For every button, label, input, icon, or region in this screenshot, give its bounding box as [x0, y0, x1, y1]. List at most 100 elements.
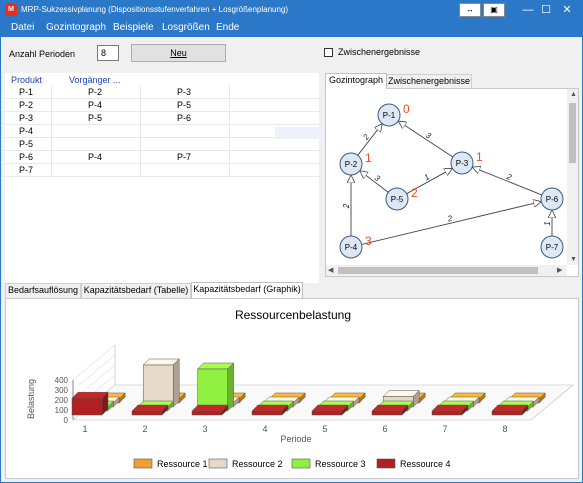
- menu-beispiele[interactable]: Beispiele: [113, 22, 154, 33]
- edge-quantity-label: 1: [543, 221, 552, 225]
- grid-line: [72, 344, 116, 381]
- table-row[interactable]: P-7: [5, 164, 319, 177]
- header-produkt[interactable]: Produkt: [11, 75, 42, 85]
- move-window-button[interactable]: ↔: [459, 3, 481, 17]
- bar-front: [197, 368, 228, 412]
- cell-predecessor: P-4: [88, 152, 103, 162]
- x-tick-label: 2: [142, 424, 147, 434]
- bar-side: [227, 362, 234, 412]
- horizontal-scrollbar[interactable]: ◀ ▶: [326, 265, 567, 276]
- zwischenergebnisse-label: Zwischenergebnisse: [338, 47, 421, 57]
- legend-swatch: [376, 458, 396, 469]
- menu-ende[interactable]: Ende: [216, 22, 239, 33]
- window-title: MRP-Sukzessivplanung (Dispositionsstufen…: [21, 5, 289, 14]
- cell-predecessor: P-5: [88, 113, 103, 123]
- gozintograph-canvas: 2 3 3 2 1 2 2 1 P-1 0 P-2 1 P-3 1 P-5 2 P-6 P-4 3 P-7 ▲ ▼ ◀…: [325, 88, 579, 277]
- menu-losgroessen[interactable]: Losgrößen: [162, 22, 210, 33]
- node-level-label: 3: [365, 234, 372, 248]
- bar-front: [131, 410, 163, 416]
- chart-title: Ressourcenbelastung: [235, 308, 351, 322]
- header-vorgaenger[interactable]: Vorgänger ...: [69, 75, 121, 85]
- product-table: Produkt Vorgänger ... P-1 P-2 P-3 P-2 P-…: [5, 73, 365, 283]
- cell-predecessor: P-7: [177, 152, 192, 162]
- legend-swatch: [208, 458, 228, 469]
- periods-input[interactable]: 8: [97, 45, 119, 61]
- edge-quantity-label: 2: [446, 214, 454, 224]
- x-tick-label: 8: [502, 424, 507, 434]
- cell-predecessor: P-4: [88, 100, 103, 110]
- legend-label: Ressource 1: [157, 459, 208, 469]
- cell-product: P-3: [19, 113, 34, 123]
- node-label: P-6: [546, 195, 559, 204]
- legend-swatch: [133, 458, 153, 469]
- graph-panel: Gozintograph Zwischenergebnisse 23321221…: [323, 73, 579, 279]
- edge-quantity-label: 1: [423, 172, 431, 182]
- x-axis-label: Periode: [280, 434, 311, 444]
- title-bar[interactable]: M MRP-Sukzessivplanung (Dispositionsstuf…: [1, 1, 582, 19]
- table-row[interactable]: P-1 P-2 P-3: [5, 86, 319, 99]
- gozintograph-diagram: 2 3321 22 1P-1 0P-2 1 P-3 1P-5 2 P-6P-4 3 P-7: [339, 102, 564, 259]
- x-tick-label: 5: [322, 424, 327, 434]
- cell-product: P-4: [19, 126, 34, 136]
- bar-front: [142, 364, 174, 408]
- x-tick-label: 4: [262, 424, 267, 434]
- bottom-panel: Bedarfsauflösung Kapazitätsbedarf (Tabel…: [5, 282, 581, 480]
- save-layout-button[interactable]: ▣: [483, 3, 505, 17]
- bar-front: [251, 410, 283, 416]
- bar-side: [172, 358, 180, 408]
- tab-bedarfsaufloesung[interactable]: Bedarfsauflösung: [5, 283, 81, 298]
- node-level-label: 2: [411, 186, 418, 200]
- menu-datei[interactable]: Datei: [11, 22, 34, 33]
- tab-zwischenergebnisse[interactable]: Zwischenergebnisse: [386, 74, 472, 89]
- legend-label: Ressource 3: [315, 459, 366, 469]
- table-row[interactable]: P-2 P-4 P-5: [5, 99, 319, 112]
- x-tick-label: 1: [82, 424, 87, 434]
- scroll-up-icon[interactable]: ▲: [570, 90, 577, 99]
- cell-product: P-1: [19, 87, 34, 97]
- app-logo-icon: M: [5, 4, 17, 16]
- scroll-down-icon[interactable]: ▼: [570, 255, 577, 264]
- table-row[interactable]: P-6 P-4 P-7: [5, 151, 319, 164]
- scroll-right-icon[interactable]: ▶: [557, 266, 562, 275]
- node-level-label: 1: [476, 150, 483, 164]
- node-label: P-4: [345, 243, 358, 252]
- node-label: P-5: [391, 195, 404, 204]
- bar-front: [191, 410, 223, 416]
- cell-product: P-6: [19, 152, 34, 162]
- table-row[interactable]: P-5: [5, 138, 319, 151]
- zwischenergebnisse-checkbox[interactable]: [324, 48, 333, 57]
- neu-button[interactable]: Neu: [131, 44, 226, 62]
- cell-predecessor: P-3: [177, 87, 192, 97]
- tab-kapazitaetsbedarf-graphik[interactable]: Kapazitätsbedarf (Graphik): [191, 282, 303, 298]
- node-label: P-3: [456, 159, 469, 168]
- y-tick-label: 300: [55, 386, 69, 395]
- y-axis-label: Belastung: [26, 379, 36, 419]
- tab-kapazitaetsbedarf-tabelle[interactable]: Kapazitätsbedarf (Tabelle): [81, 283, 191, 298]
- cell-predecessor: P-6: [177, 113, 192, 123]
- scroll-thumb[interactable]: [569, 103, 576, 163]
- bar-front: [491, 410, 523, 416]
- y-tick-label: 0: [64, 416, 69, 425]
- cell-product: P-5: [19, 139, 34, 149]
- node-label: P-1: [383, 111, 396, 120]
- tab-gozintograph[interactable]: Gozintograph: [325, 73, 387, 89]
- x-tick-label: 7: [442, 424, 447, 434]
- scroll-left-icon[interactable]: ◀: [328, 266, 333, 275]
- chart-container: Ressourcenbelastung 0 100 200 300 400 Belastun…: [5, 298, 579, 479]
- scroll-thumb[interactable]: [338, 267, 538, 274]
- bar-front: [71, 397, 103, 416]
- y-tick-label: 200: [55, 396, 69, 405]
- table-row[interactable]: P-3 P-5 P-6: [5, 112, 319, 125]
- menu-bar: Datei Gozintograph Beispiele Losgrößen E…: [1, 19, 582, 37]
- cell-predecessor: P-5: [177, 100, 192, 110]
- node-level-label: 1: [365, 151, 372, 165]
- table-row[interactable]: P-4: [5, 125, 319, 138]
- resource-load-chart: Ressourcenbelastung 0100200300400 Belastun…: [26, 308, 574, 469]
- menu-gozintograph[interactable]: Gozintograph: [46, 22, 106, 33]
- close-button[interactable]: ✕: [550, 1, 582, 19]
- node-label: P-7: [546, 243, 559, 252]
- bar-front: [431, 410, 463, 416]
- cell-product: P-7: [19, 165, 34, 175]
- vertical-scrollbar[interactable]: ▲ ▼: [567, 89, 578, 265]
- y-tick-label: 100: [55, 406, 69, 415]
